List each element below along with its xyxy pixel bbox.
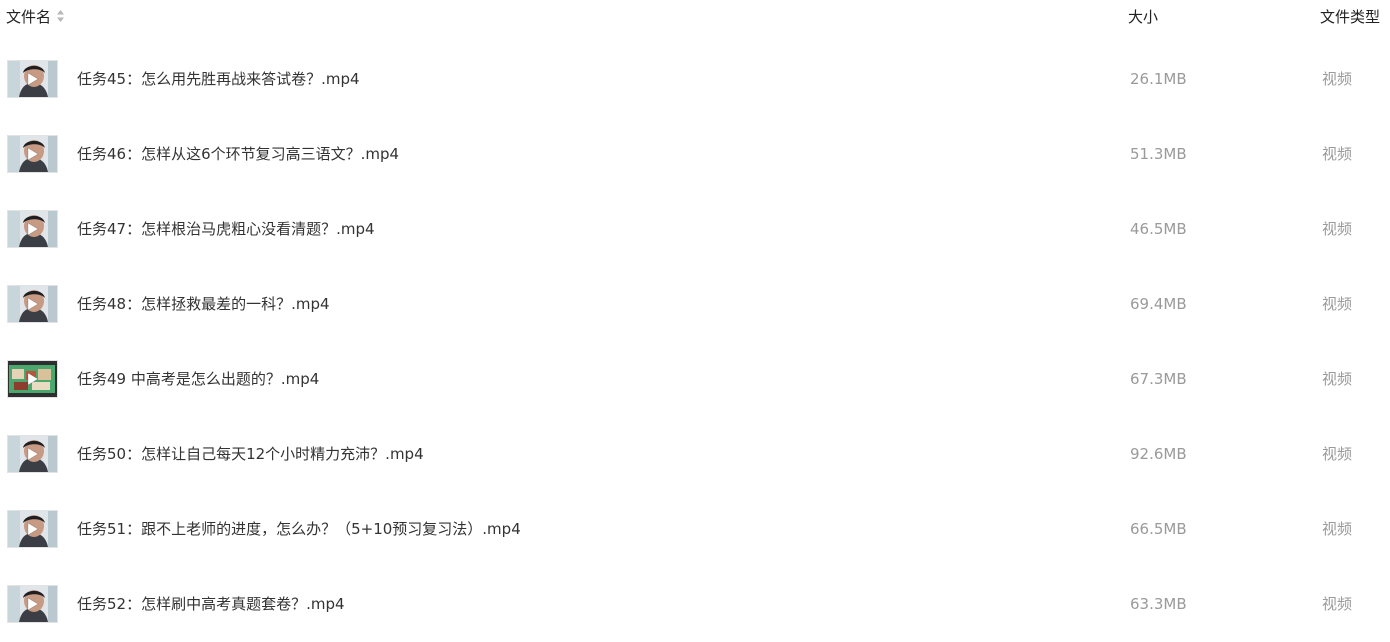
file-size: 66.5MB bbox=[1130, 520, 1187, 538]
file-name-link[interactable]: 任务45：怎么用先胜再战来答试卷？.mp4 bbox=[77, 69, 360, 89]
file-row[interactable]: 任务45：怎么用先胜再战来答试卷？.mp4 26.1MB 视频 bbox=[0, 42, 1390, 117]
video-thumbnail[interactable] bbox=[8, 436, 57, 472]
file-type: 视频 bbox=[1322, 295, 1353, 313]
video-thumbnail[interactable] bbox=[8, 511, 57, 547]
video-thumbnail[interactable] bbox=[8, 136, 57, 172]
column-header-name-label: 文件名 bbox=[6, 8, 52, 26]
video-thumbnail[interactable] bbox=[8, 586, 57, 622]
play-icon[interactable] bbox=[27, 447, 39, 461]
file-type: 视频 bbox=[1322, 145, 1353, 163]
play-icon[interactable] bbox=[27, 372, 39, 386]
play-icon[interactable] bbox=[27, 147, 39, 161]
file-row[interactable]: 任务47：怎样根治马虎粗心没看清题？.mp4 46.5MB 视频 bbox=[0, 192, 1390, 267]
file-name-link[interactable]: 任务48：怎样拯救最差的一科？.mp4 bbox=[77, 294, 330, 314]
file-name-link[interactable]: 任务49 中高考是怎么出题的？.mp4 bbox=[77, 369, 319, 389]
file-row[interactable]: 任务48：怎样拯救最差的一科？.mp4 69.4MB 视频 bbox=[0, 267, 1390, 342]
file-size: 46.5MB bbox=[1130, 220, 1187, 238]
file-type: 视频 bbox=[1322, 595, 1353, 613]
file-size: 67.3MB bbox=[1130, 370, 1187, 388]
sort-icon[interactable] bbox=[56, 9, 65, 23]
play-icon[interactable] bbox=[27, 297, 39, 311]
file-row[interactable]: 任务52：怎样刷中高考真题套卷？.mp4 63.3MB 视频 bbox=[0, 567, 1390, 642]
column-header-size[interactable]: 大小 bbox=[1128, 7, 1158, 27]
file-size: 63.3MB bbox=[1130, 595, 1187, 613]
column-header-type[interactable]: 文件类型 bbox=[1320, 7, 1380, 27]
file-name-link[interactable]: 任务51：跟不上老师的进度，怎么办？（5+10预习复习法）.mp4 bbox=[77, 519, 521, 539]
file-name-link[interactable]: 任务52：怎样刷中高考真题套卷？.mp4 bbox=[77, 594, 345, 614]
video-thumbnail[interactable] bbox=[8, 286, 57, 322]
file-row[interactable]: 任务50：怎样让自己每天12个小时精力充沛？.mp4 92.6MB 视频 bbox=[0, 417, 1390, 492]
file-list-header: 文件名 大小 文件类型 bbox=[0, 0, 1390, 34]
column-header-name[interactable]: 文件名 bbox=[6, 7, 65, 27]
play-icon[interactable] bbox=[27, 72, 39, 86]
play-icon[interactable] bbox=[27, 222, 39, 236]
file-type: 视频 bbox=[1322, 70, 1353, 88]
play-icon[interactable] bbox=[27, 522, 39, 536]
video-thumbnail[interactable] bbox=[8, 361, 57, 397]
file-size: 51.3MB bbox=[1130, 145, 1187, 163]
video-thumbnail[interactable] bbox=[8, 211, 57, 247]
file-list: 任务45：怎么用先胜再战来答试卷？.mp4 26.1MB 视频 任务46：怎样从这6个… bbox=[0, 42, 1390, 642]
file-name-link[interactable]: 任务46：怎样从这6个环节复习高三语文？.mp4 bbox=[77, 144, 399, 164]
file-size: 26.1MB bbox=[1130, 70, 1187, 88]
play-icon[interactable] bbox=[27, 597, 39, 611]
file-name-link[interactable]: 任务50：怎样让自己每天12个小时精力充沛？.mp4 bbox=[77, 444, 424, 464]
file-type: 视频 bbox=[1322, 370, 1353, 388]
file-size: 92.6MB bbox=[1130, 445, 1187, 463]
file-type: 视频 bbox=[1322, 520, 1353, 538]
file-row[interactable]: 任务49 中高考是怎么出题的？.mp4 67.3MB 视频 bbox=[0, 342, 1390, 417]
file-row[interactable]: 任务46：怎样从这6个环节复习高三语文？.mp4 51.3MB 视频 bbox=[0, 117, 1390, 192]
video-thumbnail[interactable] bbox=[8, 61, 57, 97]
file-type: 视频 bbox=[1322, 445, 1353, 463]
file-type: 视频 bbox=[1322, 220, 1353, 238]
file-row[interactable]: 任务51：跟不上老师的进度，怎么办？（5+10预习复习法）.mp4 66.5MB 视… bbox=[0, 492, 1390, 567]
file-name-link[interactable]: 任务47：怎样根治马虎粗心没看清题？.mp4 bbox=[77, 219, 375, 239]
file-size: 69.4MB bbox=[1130, 295, 1187, 313]
